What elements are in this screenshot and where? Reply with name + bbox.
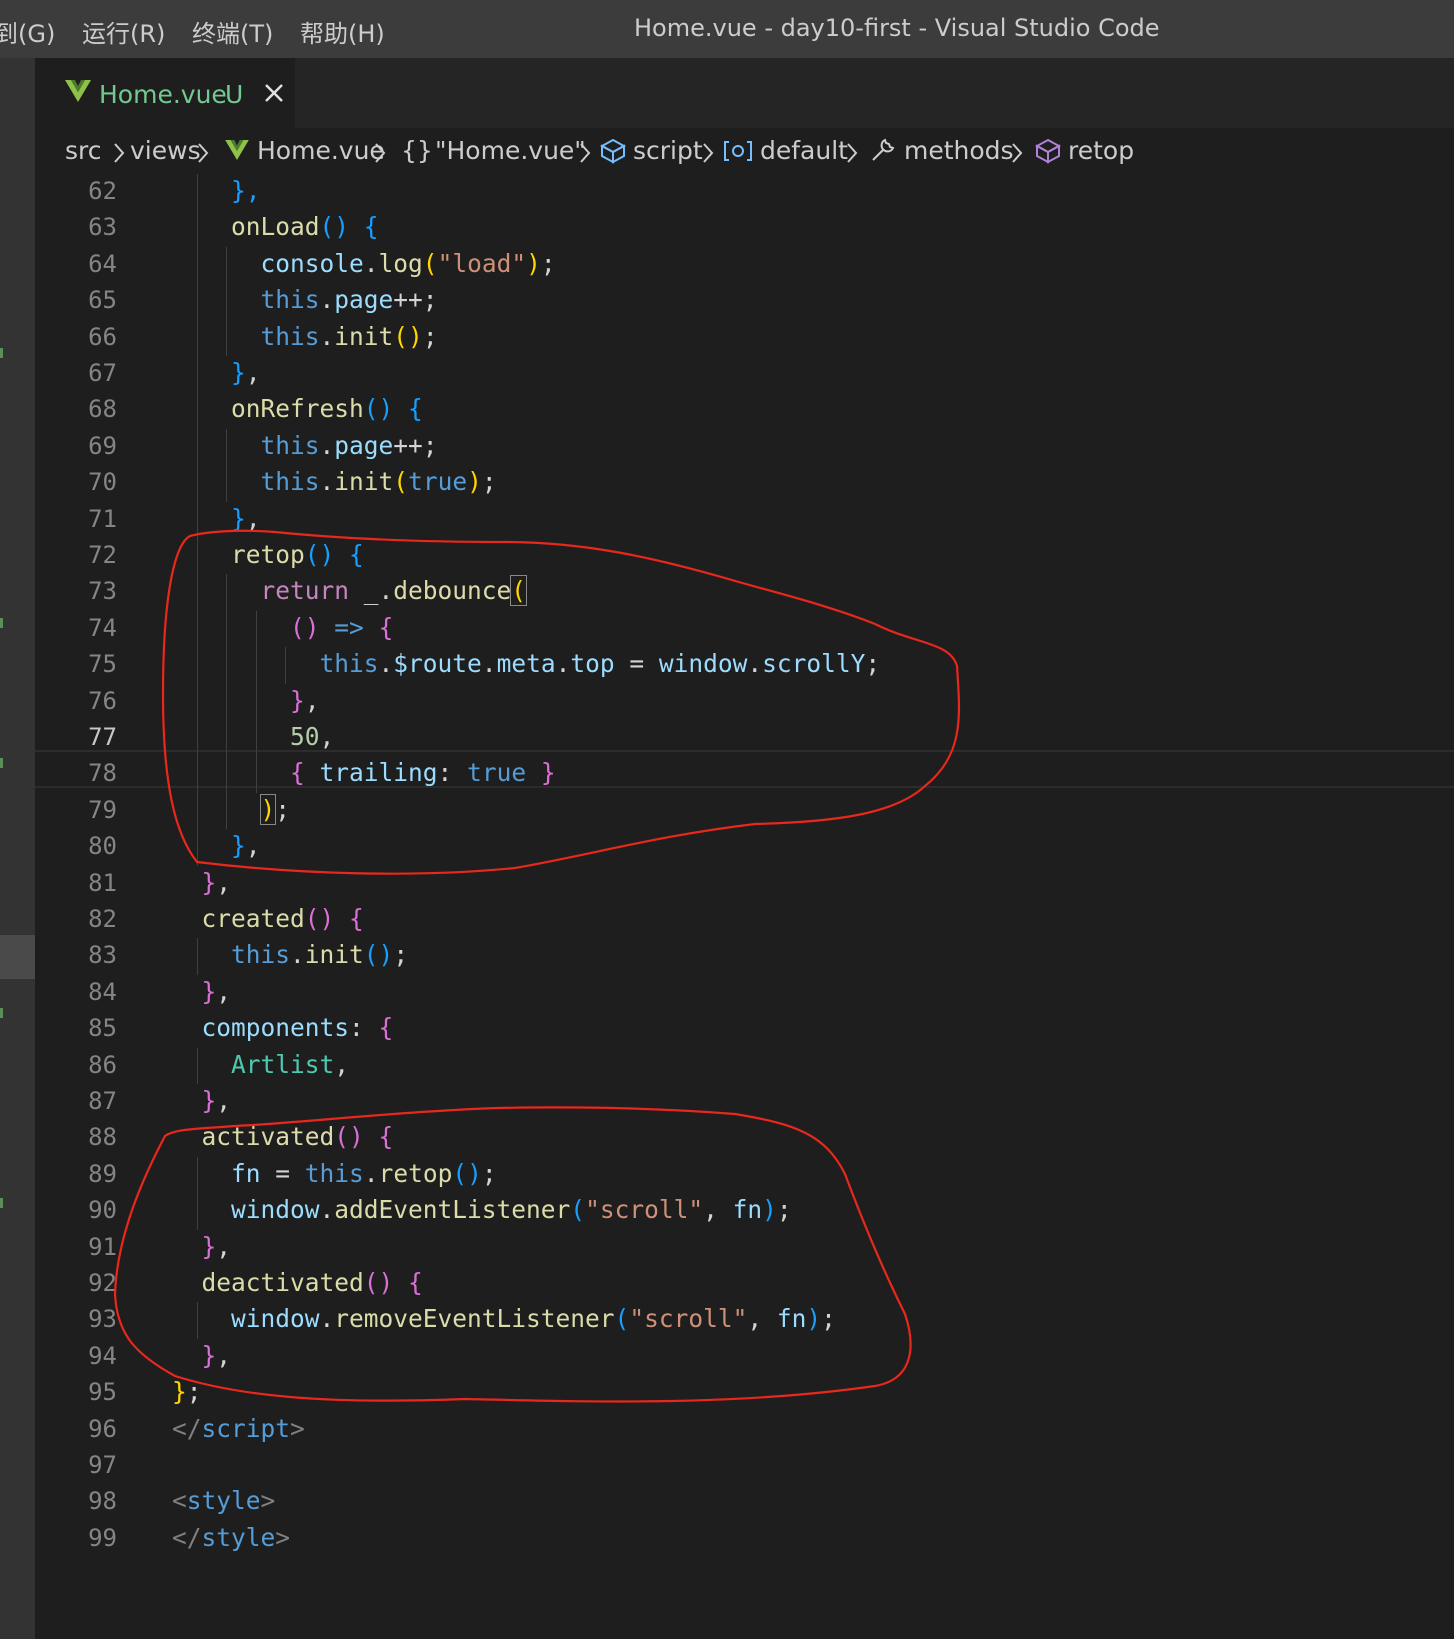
variable-icon	[724, 141, 752, 161]
annotation-circle-activated	[113, 1106, 912, 1403]
scm-change-marker	[0, 758, 3, 768]
menu-run[interactable]: 运行(R)	[82, 14, 165, 49]
activity-bar	[0, 58, 35, 1639]
chevron-right-icon	[375, 143, 386, 163]
annotation-circle-retop	[161, 529, 961, 875]
tab-home-vue[interactable]: Home.vue U	[35, 58, 295, 128]
tab-bar: Home.vue U	[35, 58, 1454, 128]
breadcrumb-item-methods[interactable]: methods	[904, 136, 1014, 165]
scm-change-marker	[0, 348, 3, 358]
menu-goto[interactable]: 到(G)	[0, 14, 55, 49]
braces-icon: {}	[401, 136, 433, 165]
menu-terminal[interactable]: 终端(T)	[192, 14, 273, 49]
activity-bar-active-item[interactable]	[0, 935, 35, 979]
vue-icon	[65, 80, 91, 102]
scm-change-marker	[0, 618, 3, 628]
title-bar: 到(G) 运行(R) 终端(T) 帮助(H) Home.vue - day10-…	[0, 0, 1454, 58]
chevron-right-icon	[198, 143, 209, 163]
breadcrumb-item-views[interactable]: views	[130, 136, 201, 165]
vue-icon	[225, 140, 249, 160]
breadcrumb-item-retop[interactable]: retop	[1068, 136, 1134, 165]
cube-icon	[1035, 138, 1061, 164]
breadcrumb-item-file[interactable]: Home.vue	[257, 136, 385, 165]
tab-label: Home.vue	[99, 80, 227, 109]
chevron-right-icon	[847, 143, 858, 163]
chevron-right-icon	[114, 143, 125, 163]
scm-change-marker	[0, 1198, 3, 1208]
chevron-right-icon	[703, 143, 714, 163]
wrench-icon	[872, 138, 895, 161]
code-editor[interactable]: 62 63 64 65 66 67 68 69 70 71 72 73 74 75 76 77 78 79 80 81…	[35, 174, 1454, 1639]
close-icon[interactable]	[259, 78, 289, 108]
breadcrumb-item-script[interactable]: script	[633, 136, 703, 165]
red-ink-annotations	[113, 529, 961, 1403]
chevron-right-icon	[1012, 143, 1023, 163]
menu-help[interactable]: 帮助(H)	[300, 14, 385, 49]
cube-icon	[600, 138, 626, 164]
chevron-right-icon	[580, 143, 591, 163]
tab-untracked-badge: U	[225, 80, 244, 109]
breadcrumb-item-module[interactable]: "Home.vue"	[435, 136, 586, 165]
scm-change-marker	[0, 1008, 3, 1018]
breadcrumb-item-default[interactable]: default	[760, 136, 848, 165]
breadcrumb: src views Home.vue {} "Home.vue" script …	[35, 128, 1454, 174]
window-title: Home.vue - day10-first - Visual Studio C…	[634, 14, 1160, 42]
breadcrumb-item-src[interactable]: src	[65, 136, 102, 165]
